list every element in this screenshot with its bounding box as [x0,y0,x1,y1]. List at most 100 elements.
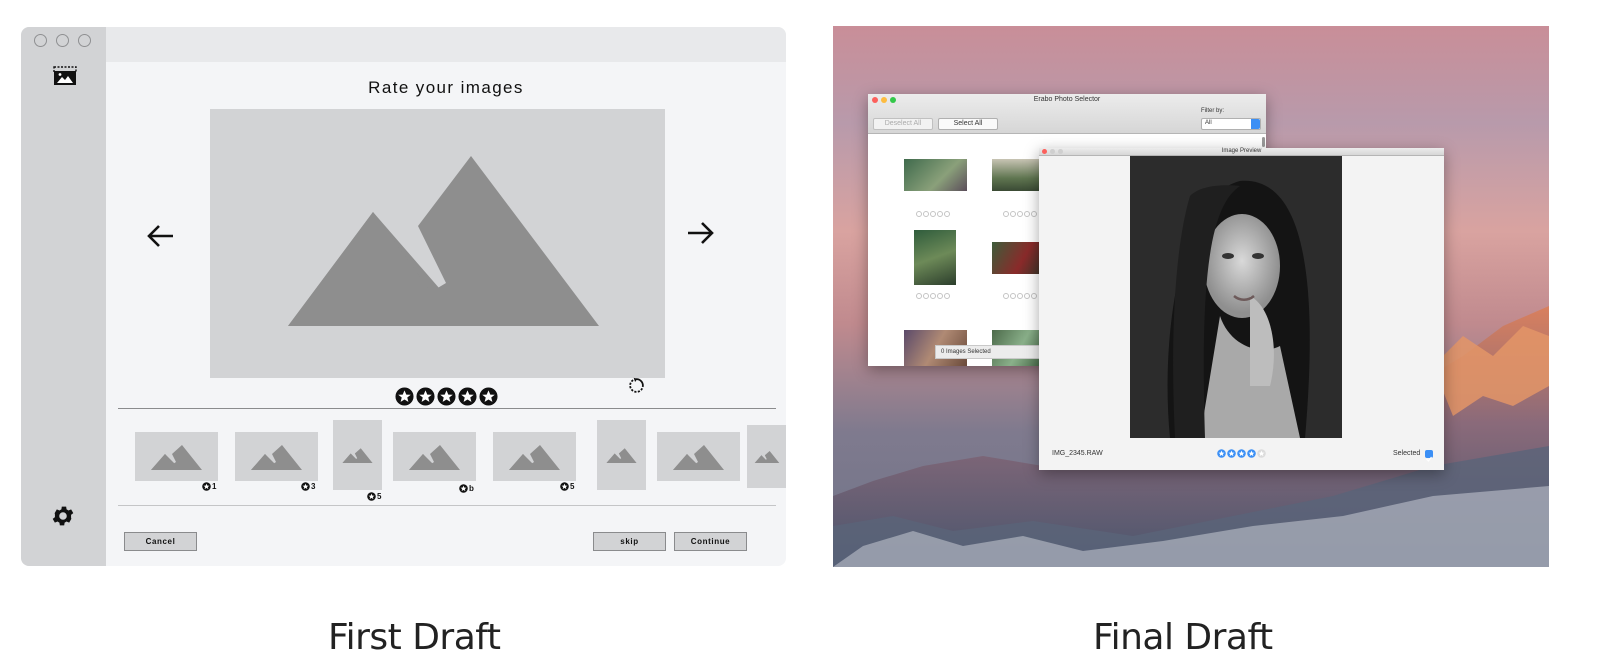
title-bar [106,27,786,62]
rating-value: 5 [570,482,575,491]
thumbnail-rating-label: 3 [301,482,315,491]
star-icon[interactable] [437,387,456,406]
thumbnail-rating[interactable] [1003,211,1037,217]
selector-toolbar: Erabo Photo Selector Deselect All Select… [868,94,1266,134]
empty-star-icon[interactable] [1257,449,1266,458]
thumbnail-rating[interactable] [916,211,950,217]
filter-value: All [1205,120,1212,126]
empty-star-icon[interactable] [944,211,950,217]
filter-label: Filter by: [1201,108,1225,114]
gear-icon[interactable] [50,503,76,529]
checkmark-icon [1426,456,1432,462]
mountain-placeholder-icon [606,448,637,463]
next-arrow-icon[interactable] [685,218,715,248]
empty-star-icon[interactable] [1031,293,1037,299]
mountain-placeholder-icon [409,445,460,470]
empty-star-icon[interactable] [1010,211,1016,217]
empty-star-icon[interactable] [937,293,943,299]
footer-divider [118,505,776,506]
thumbnail-rating-label: 5 [560,482,574,491]
scrollbar-thumb[interactable] [1262,137,1265,147]
deselect-all-button[interactable]: Deselect All [873,118,933,130]
star-icon [367,492,376,501]
star-icon[interactable] [458,387,477,406]
photo-thumbnail[interactable] [914,230,956,285]
first-draft-caption: First Draft [328,617,501,658]
empty-star-icon[interactable] [1017,211,1023,217]
final-draft-desktop: Erabo Photo Selector Deselect All Select… [833,26,1549,567]
select-all-button[interactable]: Select All [938,118,998,130]
filmstrip-thumbnail[interactable] [333,420,382,490]
selected-checkbox[interactable] [1425,450,1433,462]
empty-star-icon[interactable] [1003,293,1009,299]
star-icon[interactable] [395,387,414,406]
chevron-updown-icon [1251,119,1260,129]
rating-value: 1 [212,482,217,491]
mountain-placeholder-icon [509,445,560,470]
window-close-control[interactable] [34,34,47,47]
thumbnail-rating[interactable] [916,293,950,299]
thumbnail-rating[interactable] [1003,293,1037,299]
window-zoom-control[interactable] [78,34,91,47]
empty-star-icon[interactable] [1017,293,1023,299]
star-icon [459,484,468,493]
continue-button[interactable]: Continue [674,532,747,551]
empty-star-icon[interactable] [923,211,929,217]
window-title: Erabo Photo Selector [1033,96,1101,103]
filmstrip-thumbnail[interactable] [747,425,786,488]
star-icon[interactable] [479,387,498,406]
image-library-icon[interactable] [53,66,77,86]
star-icon[interactable] [416,387,435,406]
filled-star-icon[interactable] [1217,449,1226,458]
filmstrip-thumbnail[interactable] [657,432,740,481]
filmstrip-thumbnail[interactable] [135,432,218,481]
thumbnail-rating-label: 5 [367,492,381,501]
preview-star-rating[interactable] [1217,449,1266,458]
filmstrip-top-divider [118,408,776,409]
rating-value: b [469,484,474,493]
window-minimize-control[interactable] [56,34,69,47]
mountain-placeholder-icon [288,156,599,326]
final-draft-caption: Final Draft [1093,617,1273,658]
skip-button[interactable]: skip [593,532,666,551]
sidebar [21,27,106,566]
filmstrip-thumbnail[interactable] [597,420,646,490]
filmstrip-thumbnail[interactable] [393,432,476,481]
empty-star-icon[interactable] [1031,211,1037,217]
star-icon [202,482,211,491]
first-draft-wireframe-window: Rate your images 1 3 5 b 5 Cancel skip Conti… [21,27,786,566]
star-rating[interactable] [395,387,498,407]
selected-label: Selected [1393,450,1421,457]
filmstrip-thumbnail[interactable] [235,432,318,481]
rotate-icon[interactable] [628,377,645,394]
empty-star-icon[interactable] [930,293,936,299]
filmstrip-thumbnail[interactable] [493,432,576,481]
empty-star-icon[interactable] [930,211,936,217]
thumbnail-rating-label: b [459,484,474,493]
empty-star-icon[interactable] [1024,293,1030,299]
empty-star-icon[interactable] [944,293,950,299]
previous-arrow-icon[interactable] [146,221,176,251]
filled-star-icon[interactable] [1227,449,1236,458]
empty-star-icon[interactable] [937,211,943,217]
empty-star-icon[interactable] [923,293,929,299]
empty-star-icon[interactable] [1003,211,1009,217]
mountain-placeholder-icon [151,445,202,470]
filename-label: IMG_2345.RAW [1052,450,1103,457]
empty-star-icon[interactable] [1024,211,1030,217]
mountain-placeholder-icon [342,448,373,463]
empty-star-icon[interactable] [916,293,922,299]
rating-value: 3 [311,482,316,491]
empty-star-icon[interactable] [916,211,922,217]
star-icon [301,482,310,491]
mountain-placeholder-icon [251,445,302,470]
mountain-placeholder-icon [754,450,780,464]
cancel-button[interactable]: Cancel [124,532,197,551]
filled-star-icon[interactable] [1237,449,1246,458]
filter-select[interactable]: All [1201,118,1261,130]
empty-star-icon[interactable] [1010,293,1016,299]
filled-star-icon[interactable] [1247,449,1256,458]
image-preview-placeholder [210,109,665,378]
mountain-placeholder-icon [673,445,724,470]
photo-thumbnail[interactable] [904,159,967,191]
